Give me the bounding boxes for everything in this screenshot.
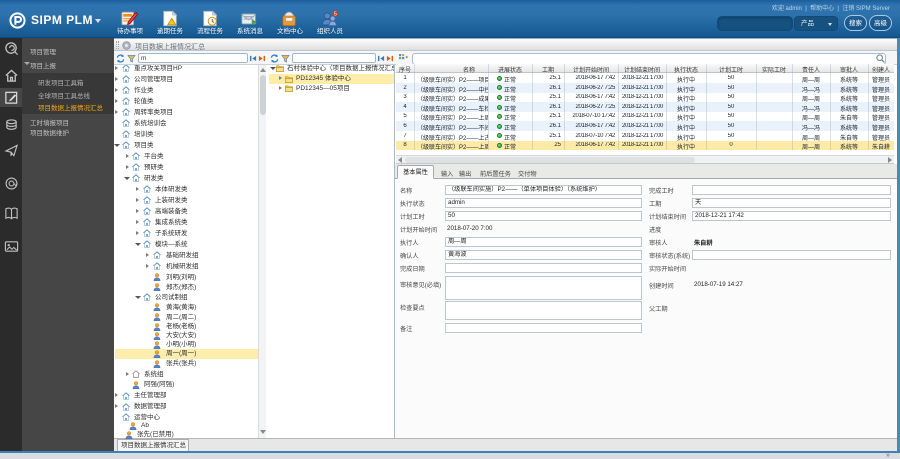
svg-text:5: 5 [334, 11, 337, 17]
